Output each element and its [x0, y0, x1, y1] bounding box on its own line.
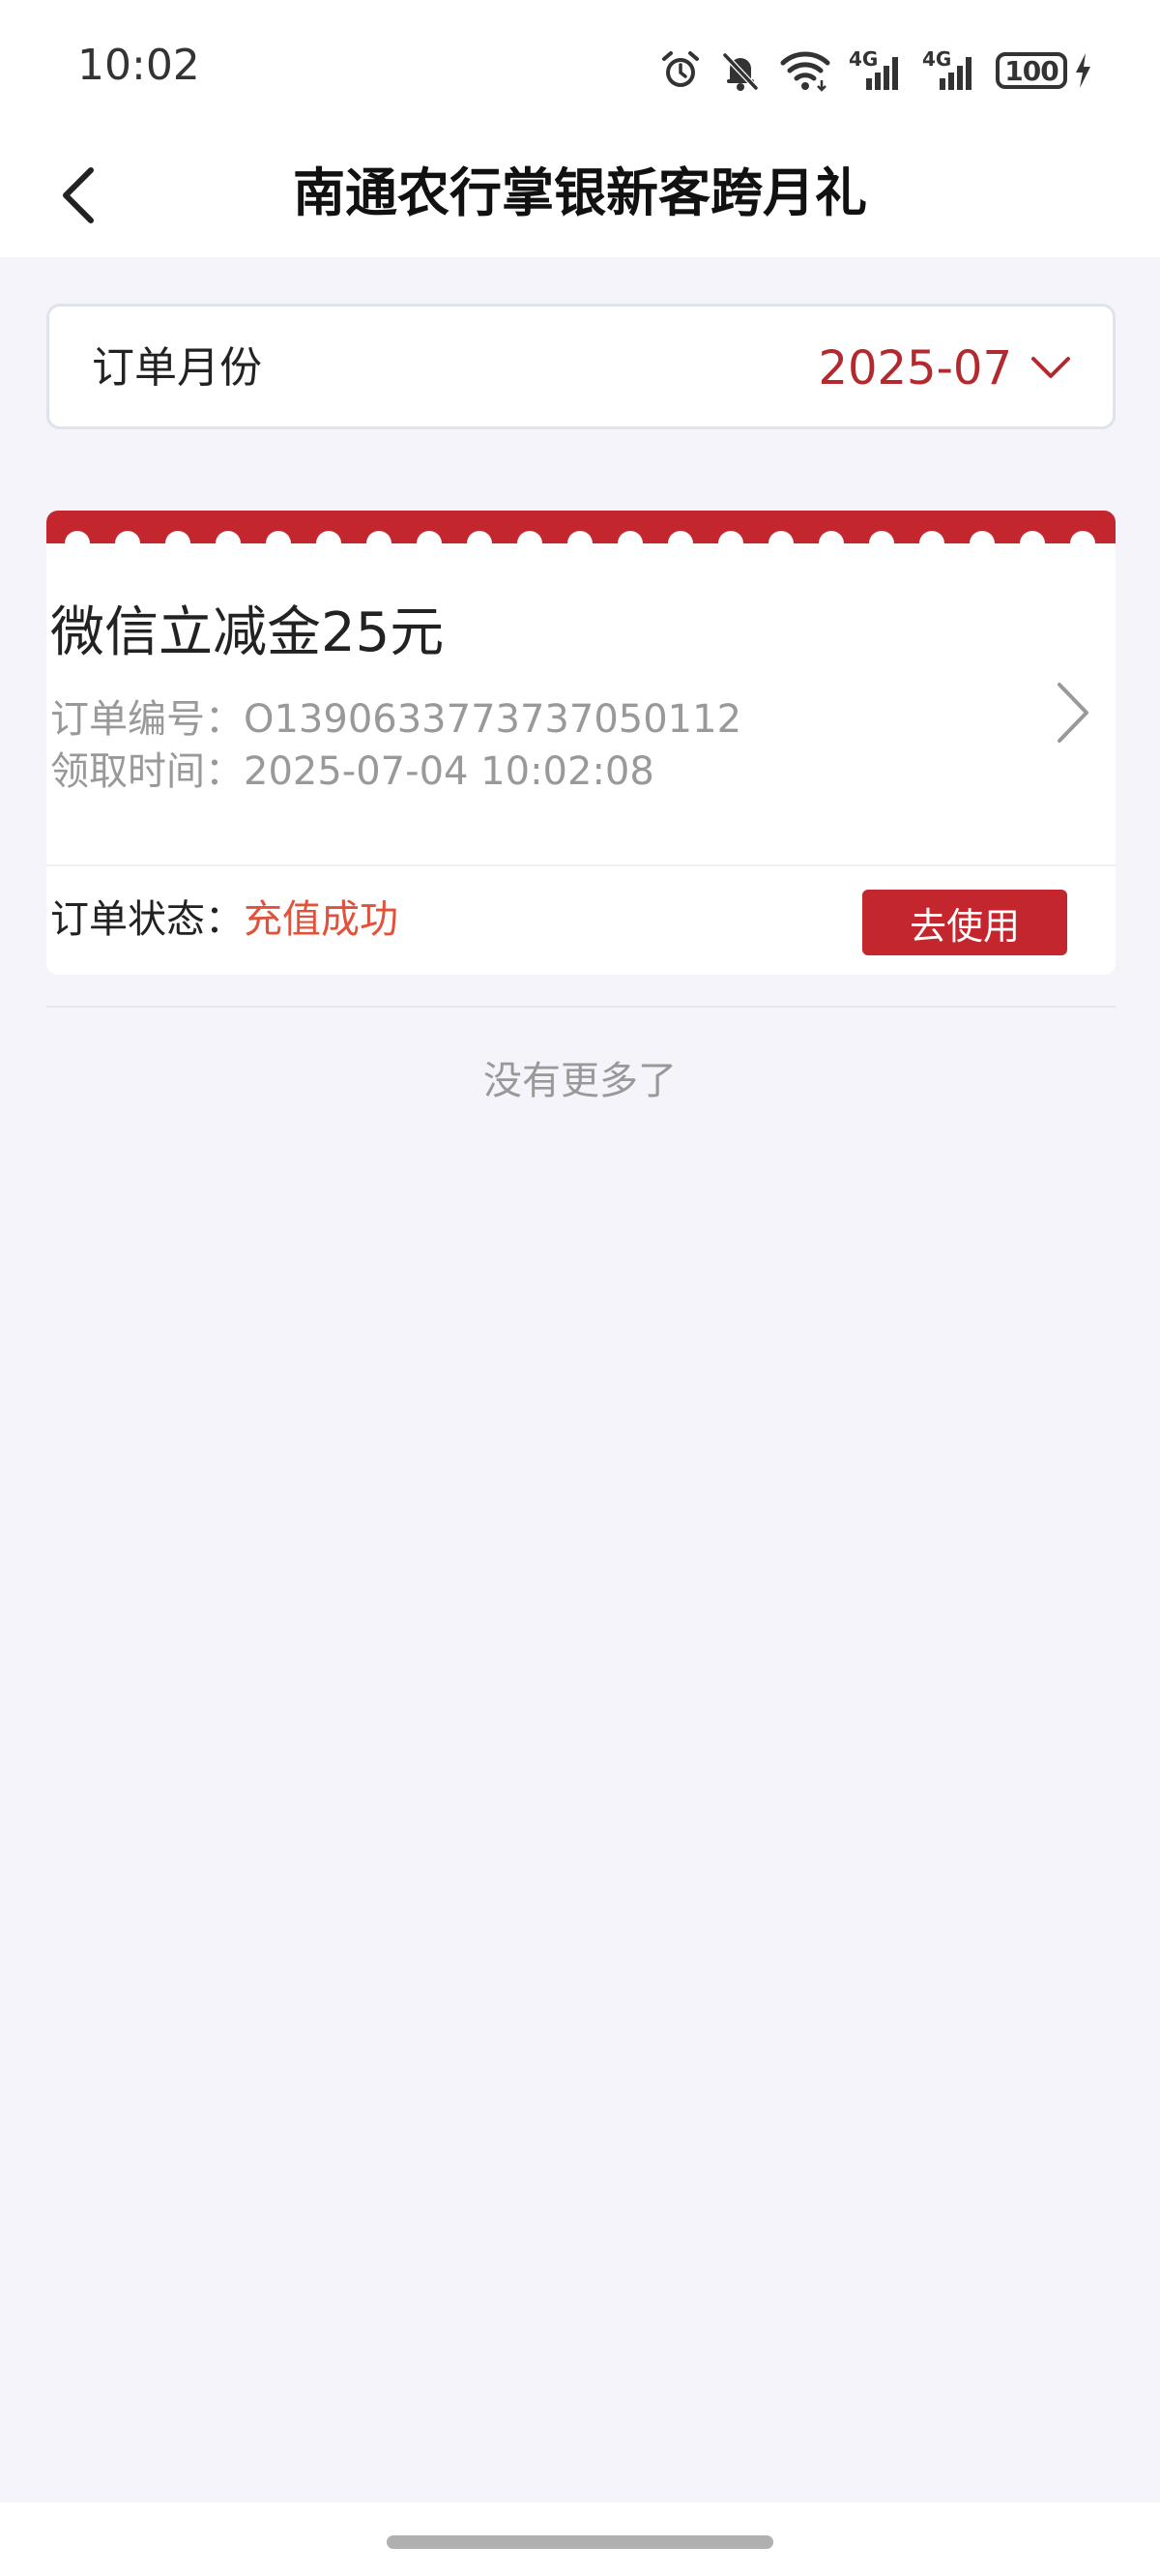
- chevron-down-icon: [1031, 357, 1070, 378]
- status-time: 10:02: [77, 41, 200, 90]
- use-button[interactable]: 去使用: [862, 890, 1067, 955]
- scallop-dot: [567, 531, 593, 545]
- page-title: 南通农行掌银新客跨月礼: [293, 162, 867, 223]
- month-selector[interactable]: 订单月份 2025-07: [46, 304, 1116, 429]
- month-value: 2025-07: [818, 341, 1012, 395]
- scallop-dot: [919, 531, 944, 545]
- list-end-text: 没有更多了: [483, 1059, 677, 1103]
- scallop-dot: [366, 531, 392, 545]
- wifi-icon: [780, 51, 830, 92]
- scallop-dot: [618, 531, 643, 545]
- scallop-dot: [115, 531, 140, 545]
- signal-4g-icon: 4G: [922, 47, 978, 92]
- signal-4g-icon: 4G: [849, 47, 905, 92]
- charging-icon: [1076, 53, 1090, 88]
- scallop-dot: [718, 531, 743, 545]
- scallop-dot: [768, 531, 794, 545]
- battery-icon: 100: [996, 51, 1092, 90]
- scallop-dot: [1070, 531, 1095, 545]
- order-status: 充值成功: [244, 897, 398, 942]
- scallop-dot: [65, 531, 90, 545]
- order-status-label: 订单状态：: [50, 897, 244, 942]
- scallop-dot: [165, 531, 190, 545]
- claim-time: 2025-07-04 10:02:08: [244, 749, 654, 794]
- ticket-stripe: [46, 511, 1116, 545]
- ticket-scallop-decoration: [46, 531, 1116, 545]
- alarm-icon: [662, 51, 699, 87]
- claim-time-label: 领取时间：: [50, 749, 244, 794]
- scallop-dot: [467, 531, 492, 545]
- scallop-dot: [970, 531, 995, 545]
- status-icons: 4G 4G 100: [659, 44, 1092, 97]
- status-bar: 10:02 4G 4G 100: [0, 0, 1160, 135]
- nav-bar: 南通农行掌银新客跨月礼: [0, 135, 1160, 257]
- mute-bell-icon: [722, 52, 759, 91]
- order-number-row: 订单编号：O1390633773737050112: [50, 694, 741, 745]
- battery-level: 100: [996, 52, 1067, 89]
- order-number-label: 订单编号：: [50, 697, 244, 742]
- order-number: O1390633773737050112: [244, 697, 742, 742]
- order-title: 微信立减金25元: [50, 601, 445, 664]
- scallop-dot: [668, 531, 693, 545]
- month-label: 订单月份: [92, 343, 262, 393]
- scallop-dot: [819, 531, 844, 545]
- scallop-dot: [316, 531, 341, 545]
- back-button[interactable]: [39, 157, 116, 234]
- list-divider: [46, 1006, 1116, 1008]
- scallop-dot: [266, 531, 291, 545]
- order-status-row: 订单状态：充值成功: [50, 894, 398, 945]
- chevron-right-icon[interactable]: [1054, 681, 1092, 745]
- card-divider: [46, 864, 1116, 866]
- scallop-dot: [417, 531, 442, 545]
- chevron-left-icon: [63, 167, 94, 223]
- scallop-dot: [216, 531, 241, 545]
- claim-time-row: 领取时间：2025-07-04 10:02:08: [50, 746, 654, 797]
- scallop-dot: [517, 531, 542, 545]
- scallop-dot: [869, 531, 894, 545]
- home-indicator[interactable]: [387, 2535, 773, 2549]
- scallop-dot: [1020, 531, 1045, 545]
